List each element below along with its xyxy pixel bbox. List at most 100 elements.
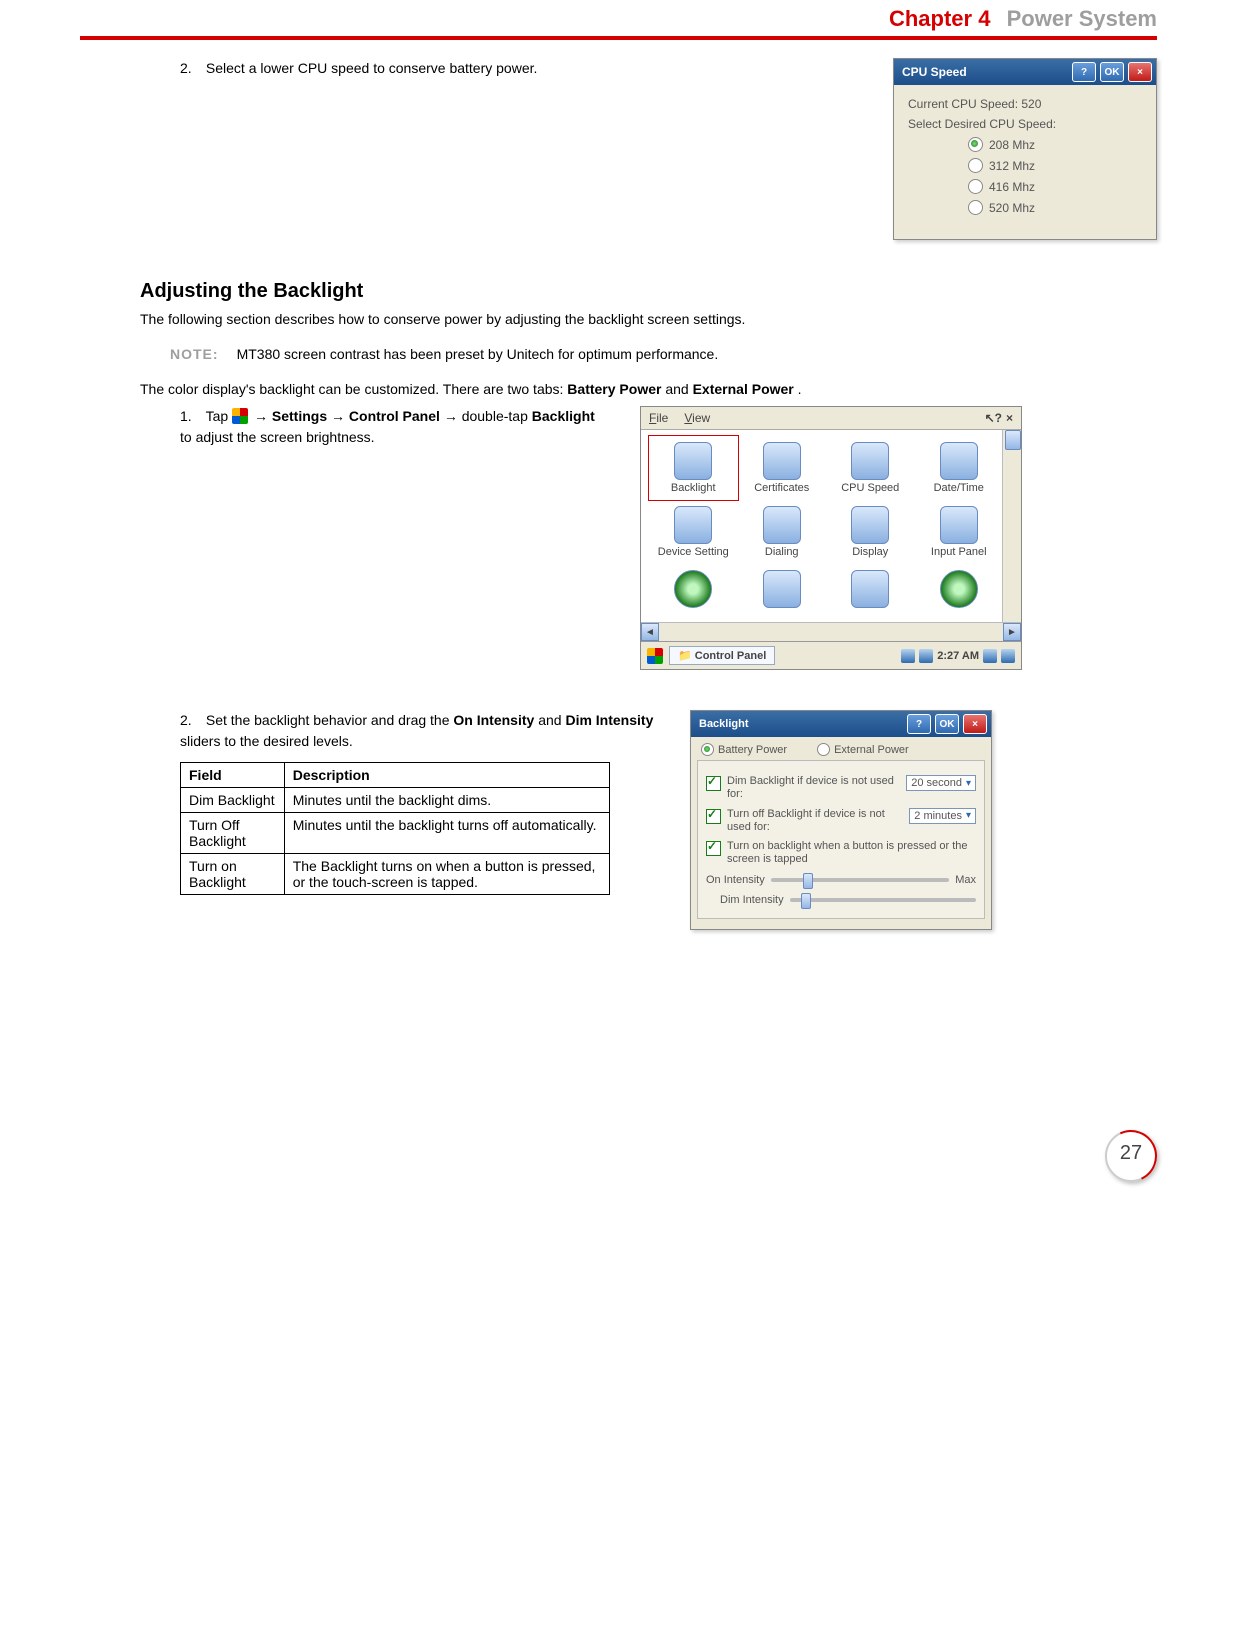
whats-this-icon[interactable]: ↖?	[985, 411, 1002, 425]
running-header: Chapter 4 Power System	[80, 0, 1157, 36]
checkbox-dim-backlight[interactable]	[706, 776, 721, 791]
step-open-backlight: 1. Tap → Settings → Control Panel → doub…	[180, 406, 610, 448]
slider-on-intensity[interactable]	[771, 878, 950, 882]
slider-max-label: Max	[955, 874, 976, 886]
dialog-titlebar: Backlight ? OK ×	[691, 711, 991, 737]
cp-item-partial[interactable]	[740, 566, 825, 614]
help-button[interactable]: ?	[1072, 62, 1096, 82]
systray-icon[interactable]	[1001, 649, 1015, 663]
cp-item-partial[interactable]	[828, 566, 913, 614]
step-cpu-speed: 2. Select a lower CPU speed to conserve …	[180, 58, 863, 79]
close-button[interactable]: ×	[1006, 411, 1013, 425]
close-button[interactable]: ×	[1128, 62, 1152, 82]
cpu-option-208[interactable]: 208 Mhz	[968, 137, 1144, 152]
tabs-paragraph: The color display's backlight can be cus…	[140, 379, 1157, 400]
cp-item-input-panel[interactable]: Input Panel	[917, 502, 1002, 562]
radio-icon	[968, 158, 983, 173]
step-text: Select a lower CPU speed to conserve bat…	[206, 60, 538, 76]
cp-item-partial[interactable]	[917, 566, 1002, 614]
slider-dim-intensity[interactable]	[790, 898, 976, 902]
horizontal-scrollbar[interactable]: ◄ ►	[641, 622, 1021, 641]
cp-item-certificates[interactable]: Certificates	[740, 438, 825, 498]
slider-name-on-intensity: On Intensity	[453, 712, 534, 728]
ok-button[interactable]: OK	[935, 714, 959, 734]
slider-label-on-intensity: On Intensity	[706, 874, 765, 886]
taskbar-button[interactable]: 📁 Control Panel	[669, 646, 775, 665]
globe-icon	[674, 570, 712, 608]
cp-item-backlight[interactable]: Backlight	[651, 438, 736, 498]
control-panel-window: FFileile VViewiew ↖? × Backlight	[640, 406, 1022, 670]
cpu-option-416[interactable]: 416 Mhz	[968, 179, 1144, 194]
scroll-right-icon[interactable]: ►	[1003, 623, 1021, 641]
display-icon	[851, 506, 889, 544]
cp-item-device-setting[interactable]: Device Setting	[651, 502, 736, 562]
control-panel-grid: Backlight Certificates CPU Speed Da	[641, 430, 1021, 622]
dropdown-off-timeout[interactable]: 2 minutes ▾	[909, 808, 976, 824]
dialing-icon	[763, 506, 801, 544]
start-button-icon[interactable]	[647, 648, 663, 664]
systray-icon[interactable]	[919, 649, 933, 663]
cp-item-cpu-speed[interactable]: CPU Speed	[828, 438, 913, 498]
cp-item-display[interactable]: Display	[828, 502, 913, 562]
section-intro: The following section describes how to c…	[140, 309, 1157, 330]
cp-item-label: Device Setting	[651, 546, 736, 558]
tab-label: External Power	[834, 744, 909, 756]
generic-icon	[763, 570, 801, 608]
chapter-title: Power System	[1007, 6, 1157, 31]
cp-item-date-time[interactable]: Date/Time	[917, 438, 1002, 498]
cp-item-dialing[interactable]: Dialing	[740, 502, 825, 562]
tab-external-power[interactable]: External Power	[817, 743, 909, 756]
step-number: 1.	[180, 406, 202, 427]
radio-label: 312 Mhz	[989, 159, 1035, 173]
col-header-description: Description	[284, 763, 609, 788]
table-header-row: Field Description	[181, 763, 610, 788]
menu-bar: FFileile VViewiew ↖? ×	[641, 407, 1021, 430]
cp-item-label: Certificates	[740, 482, 825, 494]
radio-label: 208 Mhz	[989, 138, 1035, 152]
step-number: 2.	[180, 58, 202, 79]
chapter-number: Chapter 4	[889, 6, 990, 31]
tab-label: Battery Power	[718, 744, 787, 756]
close-button[interactable]: ×	[963, 714, 987, 734]
radio-icon	[701, 743, 714, 756]
dropdown-dim-timeout[interactable]: 20 second ▾	[906, 775, 976, 791]
taskbar: 📁 Control Panel 2:27 AM	[641, 641, 1021, 669]
note-label: NOTE:	[170, 344, 219, 365]
cp-item-label: Date/Time	[917, 482, 1002, 494]
dialog-title: CPU Speed	[902, 65, 1068, 79]
cp-item-label: Dialing	[740, 546, 825, 558]
systray-icon[interactable]	[983, 649, 997, 663]
cp-item-partial[interactable]	[651, 566, 736, 614]
cp-item-label: CPU Speed	[828, 482, 913, 494]
scroll-left-icon[interactable]: ◄	[641, 623, 659, 641]
menu-file[interactable]: FFileile	[649, 411, 668, 425]
generic-icon	[851, 570, 889, 608]
table-row: Turn Off Backlight Minutes until the bac…	[181, 813, 610, 854]
windows-start-icon	[232, 408, 248, 424]
ok-button[interactable]: OK	[1100, 62, 1124, 82]
vertical-scrollbar[interactable]	[1002, 430, 1021, 622]
tab-battery-power[interactable]: Battery Power	[701, 743, 787, 756]
input-panel-icon	[940, 506, 978, 544]
help-button[interactable]: ?	[907, 714, 931, 734]
checkbox-turn-on-backlight[interactable]	[706, 841, 721, 856]
radio-label: 416 Mhz	[989, 180, 1035, 194]
cpu-option-520[interactable]: 520 Mhz	[968, 200, 1144, 215]
certificates-icon	[763, 442, 801, 480]
cpu-option-312[interactable]: 312 Mhz	[968, 158, 1144, 173]
cpu-speed-icon	[851, 442, 889, 480]
radio-label: 520 Mhz	[989, 201, 1035, 215]
cp-item-label: Display	[828, 546, 913, 558]
backlight-dialog: Backlight ? OK × Battery Power External …	[690, 710, 992, 930]
dialog-titlebar: CPU Speed ? OK ×	[894, 59, 1156, 85]
cpu-speed-dialog: CPU Speed ? OK × Current CPU Speed: 520 …	[893, 58, 1157, 240]
checkbox-turn-off-backlight[interactable]	[706, 809, 721, 824]
radio-icon	[968, 200, 983, 215]
slider-label-dim-intensity: Dim Intensity	[720, 894, 784, 906]
taskbar-time: 2:27 AM	[937, 650, 979, 662]
cp-item-label: Backlight	[651, 482, 736, 494]
systray-icon[interactable]	[901, 649, 915, 663]
radio-icon	[817, 743, 830, 756]
menu-view[interactable]: VViewiew	[684, 411, 710, 425]
folder-icon: 📁	[678, 650, 692, 662]
